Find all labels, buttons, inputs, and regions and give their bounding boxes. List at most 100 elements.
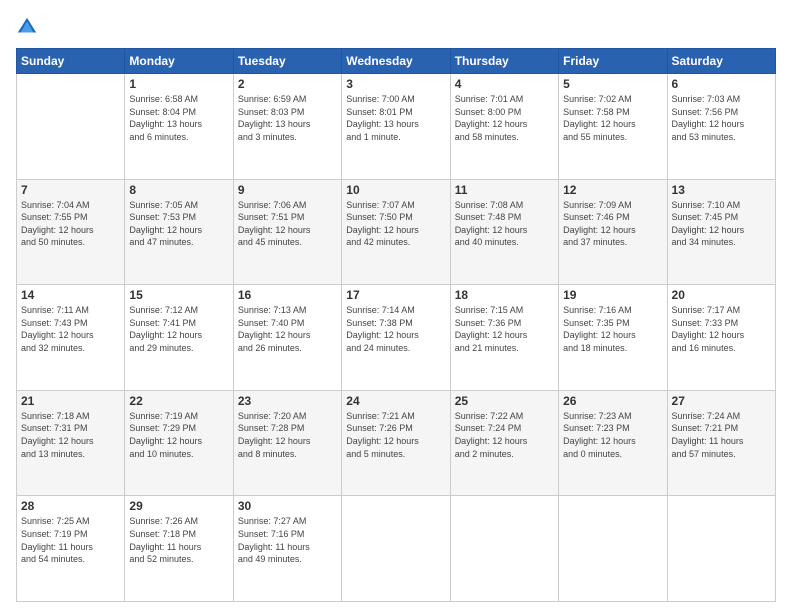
calendar-cell: 10 Sunrise: 7:07 AM Sunset: 7:50 PM Dayli… <box>342 179 450 285</box>
day-number: 6 <box>672 77 771 91</box>
calendar-cell: 6 Sunrise: 7:03 AM Sunset: 7:56 PM Daylig… <box>667 74 775 180</box>
calendar-cell: 2Sunrise: 6:59 AM Sunset: 8:03 PM Daylig… <box>233 74 341 180</box>
header-day-saturday: Saturday <box>667 49 775 74</box>
day-info: Sunrise: 7:05 AM Sunset: 7:53 PM Dayligh… <box>129 199 228 249</box>
calendar-cell: 14Sunrise: 7:11 AM Sunset: 7:43 PM Dayli… <box>17 285 125 391</box>
calendar-cell: 26Sunrise: 7:23 AM Sunset: 7:23 PM Dayli… <box>559 390 667 496</box>
header-day-thursday: Thursday <box>450 49 558 74</box>
day-number: 18 <box>455 288 554 302</box>
calendar-week-5: 28 Sunrise: 7:25 AM Sunset: 7:19 PM Dayli… <box>17 496 776 602</box>
calendar-cell <box>559 496 667 602</box>
day-number: 2 <box>238 77 337 91</box>
calendar-cell: 18Sunrise: 7:15 AM Sunset: 7:36 PM Dayli… <box>450 285 558 391</box>
day-info: Sunrise: 7:18 AM Sunset: 7:31 PM Dayligh… <box>21 410 120 460</box>
day-info: Sunrise: 7:09 AM Sunset: 7:46 PM Dayligh… <box>563 199 662 249</box>
calendar-week-4: 21 Sunrise: 7:18 AM Sunset: 7:31 PM Dayli… <box>17 390 776 496</box>
calendar-cell: 13 Sunrise: 7:10 AM Sunset: 7:45 PM Dayli… <box>667 179 775 285</box>
calendar-cell: 20Sunrise: 7:17 AM Sunset: 7:33 PM Dayli… <box>667 285 775 391</box>
calendar-cell: 8 Sunrise: 7:05 AM Sunset: 7:53 PM Daylig… <box>125 179 233 285</box>
calendar-cell <box>342 496 450 602</box>
day-number: 15 <box>129 288 228 302</box>
calendar-cell: 25 Sunrise: 7:22 AM Sunset: 7:24 PM Dayli… <box>450 390 558 496</box>
header-day-monday: Monday <box>125 49 233 74</box>
day-number: 11 <box>455 183 554 197</box>
day-number: 1 <box>129 77 228 91</box>
day-info: Sunrise: 7:14 AM Sunset: 7:38 PM Dayligh… <box>346 304 445 354</box>
day-info: Sunrise: 7:01 AM Sunset: 8:00 PM Dayligh… <box>455 93 554 143</box>
logo-icon <box>16 16 38 38</box>
header-day-sunday: Sunday <box>17 49 125 74</box>
day-info: Sunrise: 7:07 AM Sunset: 7:50 PM Dayligh… <box>346 199 445 249</box>
day-info: Sunrise: 7:19 AM Sunset: 7:29 PM Dayligh… <box>129 410 228 460</box>
logo <box>16 16 42 38</box>
calendar-cell: 12 Sunrise: 7:09 AM Sunset: 7:46 PM Dayli… <box>559 179 667 285</box>
calendar-cell: 1 Sunrise: 6:58 AM Sunset: 8:04 PM Daylig… <box>125 74 233 180</box>
day-info: Sunrise: 7:06 AM Sunset: 7:51 PM Dayligh… <box>238 199 337 249</box>
day-info: Sunrise: 7:08 AM Sunset: 7:48 PM Dayligh… <box>455 199 554 249</box>
calendar-cell: 3 Sunrise: 7:00 AM Sunset: 8:01 PM Daylig… <box>342 74 450 180</box>
calendar-cell: 22 Sunrise: 7:19 AM Sunset: 7:29 PM Dayli… <box>125 390 233 496</box>
calendar-cell: 29 Sunrise: 7:26 AM Sunset: 7:18 PM Dayli… <box>125 496 233 602</box>
header-day-wednesday: Wednesday <box>342 49 450 74</box>
calendar-header-row: SundayMondayTuesdayWednesdayThursdayFrid… <box>17 49 776 74</box>
day-info: Sunrise: 6:58 AM Sunset: 8:04 PM Dayligh… <box>129 93 228 143</box>
day-number: 24 <box>346 394 445 408</box>
header <box>16 16 776 38</box>
day-info: Sunrise: 7:26 AM Sunset: 7:18 PM Dayligh… <box>129 515 228 565</box>
calendar-cell: 19 Sunrise: 7:16 AM Sunset: 7:35 PM Dayli… <box>559 285 667 391</box>
calendar-week-3: 14Sunrise: 7:11 AM Sunset: 7:43 PM Dayli… <box>17 285 776 391</box>
day-info: Sunrise: 7:20 AM Sunset: 7:28 PM Dayligh… <box>238 410 337 460</box>
day-info: Sunrise: 7:03 AM Sunset: 7:56 PM Dayligh… <box>672 93 771 143</box>
calendar-cell: 7 Sunrise: 7:04 AM Sunset: 7:55 PM Daylig… <box>17 179 125 285</box>
day-number: 10 <box>346 183 445 197</box>
calendar-cell: 28 Sunrise: 7:25 AM Sunset: 7:19 PM Dayli… <box>17 496 125 602</box>
calendar-cell: 9 Sunrise: 7:06 AM Sunset: 7:51 PM Daylig… <box>233 179 341 285</box>
day-info: Sunrise: 7:11 AM Sunset: 7:43 PM Dayligh… <box>21 304 120 354</box>
day-info: Sunrise: 7:22 AM Sunset: 7:24 PM Dayligh… <box>455 410 554 460</box>
day-number: 12 <box>563 183 662 197</box>
page: SundayMondayTuesdayWednesdayThursdayFrid… <box>0 0 792 612</box>
day-number: 29 <box>129 499 228 513</box>
calendar-cell: 5Sunrise: 7:02 AM Sunset: 7:58 PM Daylig… <box>559 74 667 180</box>
day-info: Sunrise: 7:21 AM Sunset: 7:26 PM Dayligh… <box>346 410 445 460</box>
calendar-week-2: 7 Sunrise: 7:04 AM Sunset: 7:55 PM Daylig… <box>17 179 776 285</box>
calendar-cell: 4Sunrise: 7:01 AM Sunset: 8:00 PM Daylig… <box>450 74 558 180</box>
day-number: 8 <box>129 183 228 197</box>
day-info: Sunrise: 7:24 AM Sunset: 7:21 PM Dayligh… <box>672 410 771 460</box>
calendar-table: SundayMondayTuesdayWednesdayThursdayFrid… <box>16 48 776 602</box>
day-number: 16 <box>238 288 337 302</box>
day-number: 22 <box>129 394 228 408</box>
day-info: Sunrise: 7:13 AM Sunset: 7:40 PM Dayligh… <box>238 304 337 354</box>
day-info: Sunrise: 7:16 AM Sunset: 7:35 PM Dayligh… <box>563 304 662 354</box>
calendar-week-1: 1 Sunrise: 6:58 AM Sunset: 8:04 PM Daylig… <box>17 74 776 180</box>
day-number: 3 <box>346 77 445 91</box>
day-number: 23 <box>238 394 337 408</box>
day-number: 30 <box>238 499 337 513</box>
day-number: 27 <box>672 394 771 408</box>
calendar-cell: 23 Sunrise: 7:20 AM Sunset: 7:28 PM Dayli… <box>233 390 341 496</box>
calendar-cell <box>17 74 125 180</box>
day-info: Sunrise: 7:25 AM Sunset: 7:19 PM Dayligh… <box>21 515 120 565</box>
day-number: 28 <box>21 499 120 513</box>
header-day-friday: Friday <box>559 49 667 74</box>
calendar-cell: 17Sunrise: 7:14 AM Sunset: 7:38 PM Dayli… <box>342 285 450 391</box>
day-info: Sunrise: 7:00 AM Sunset: 8:01 PM Dayligh… <box>346 93 445 143</box>
day-info: Sunrise: 7:23 AM Sunset: 7:23 PM Dayligh… <box>563 410 662 460</box>
calendar-cell: 21 Sunrise: 7:18 AM Sunset: 7:31 PM Dayli… <box>17 390 125 496</box>
calendar-cell: 11 Sunrise: 7:08 AM Sunset: 7:48 PM Dayli… <box>450 179 558 285</box>
day-info: Sunrise: 7:27 AM Sunset: 7:16 PM Dayligh… <box>238 515 337 565</box>
day-number: 25 <box>455 394 554 408</box>
calendar-cell <box>667 496 775 602</box>
day-number: 9 <box>238 183 337 197</box>
calendar-cell <box>450 496 558 602</box>
day-info: Sunrise: 7:04 AM Sunset: 7:55 PM Dayligh… <box>21 199 120 249</box>
day-number: 21 <box>21 394 120 408</box>
calendar-cell: 27 Sunrise: 7:24 AM Sunset: 7:21 PM Dayli… <box>667 390 775 496</box>
calendar-cell: 30 Sunrise: 7:27 AM Sunset: 7:16 PM Dayli… <box>233 496 341 602</box>
day-number: 7 <box>21 183 120 197</box>
day-info: Sunrise: 7:02 AM Sunset: 7:58 PM Dayligh… <box>563 93 662 143</box>
day-info: Sunrise: 7:10 AM Sunset: 7:45 PM Dayligh… <box>672 199 771 249</box>
day-number: 13 <box>672 183 771 197</box>
day-number: 19 <box>563 288 662 302</box>
calendar-cell: 15Sunrise: 7:12 AM Sunset: 7:41 PM Dayli… <box>125 285 233 391</box>
